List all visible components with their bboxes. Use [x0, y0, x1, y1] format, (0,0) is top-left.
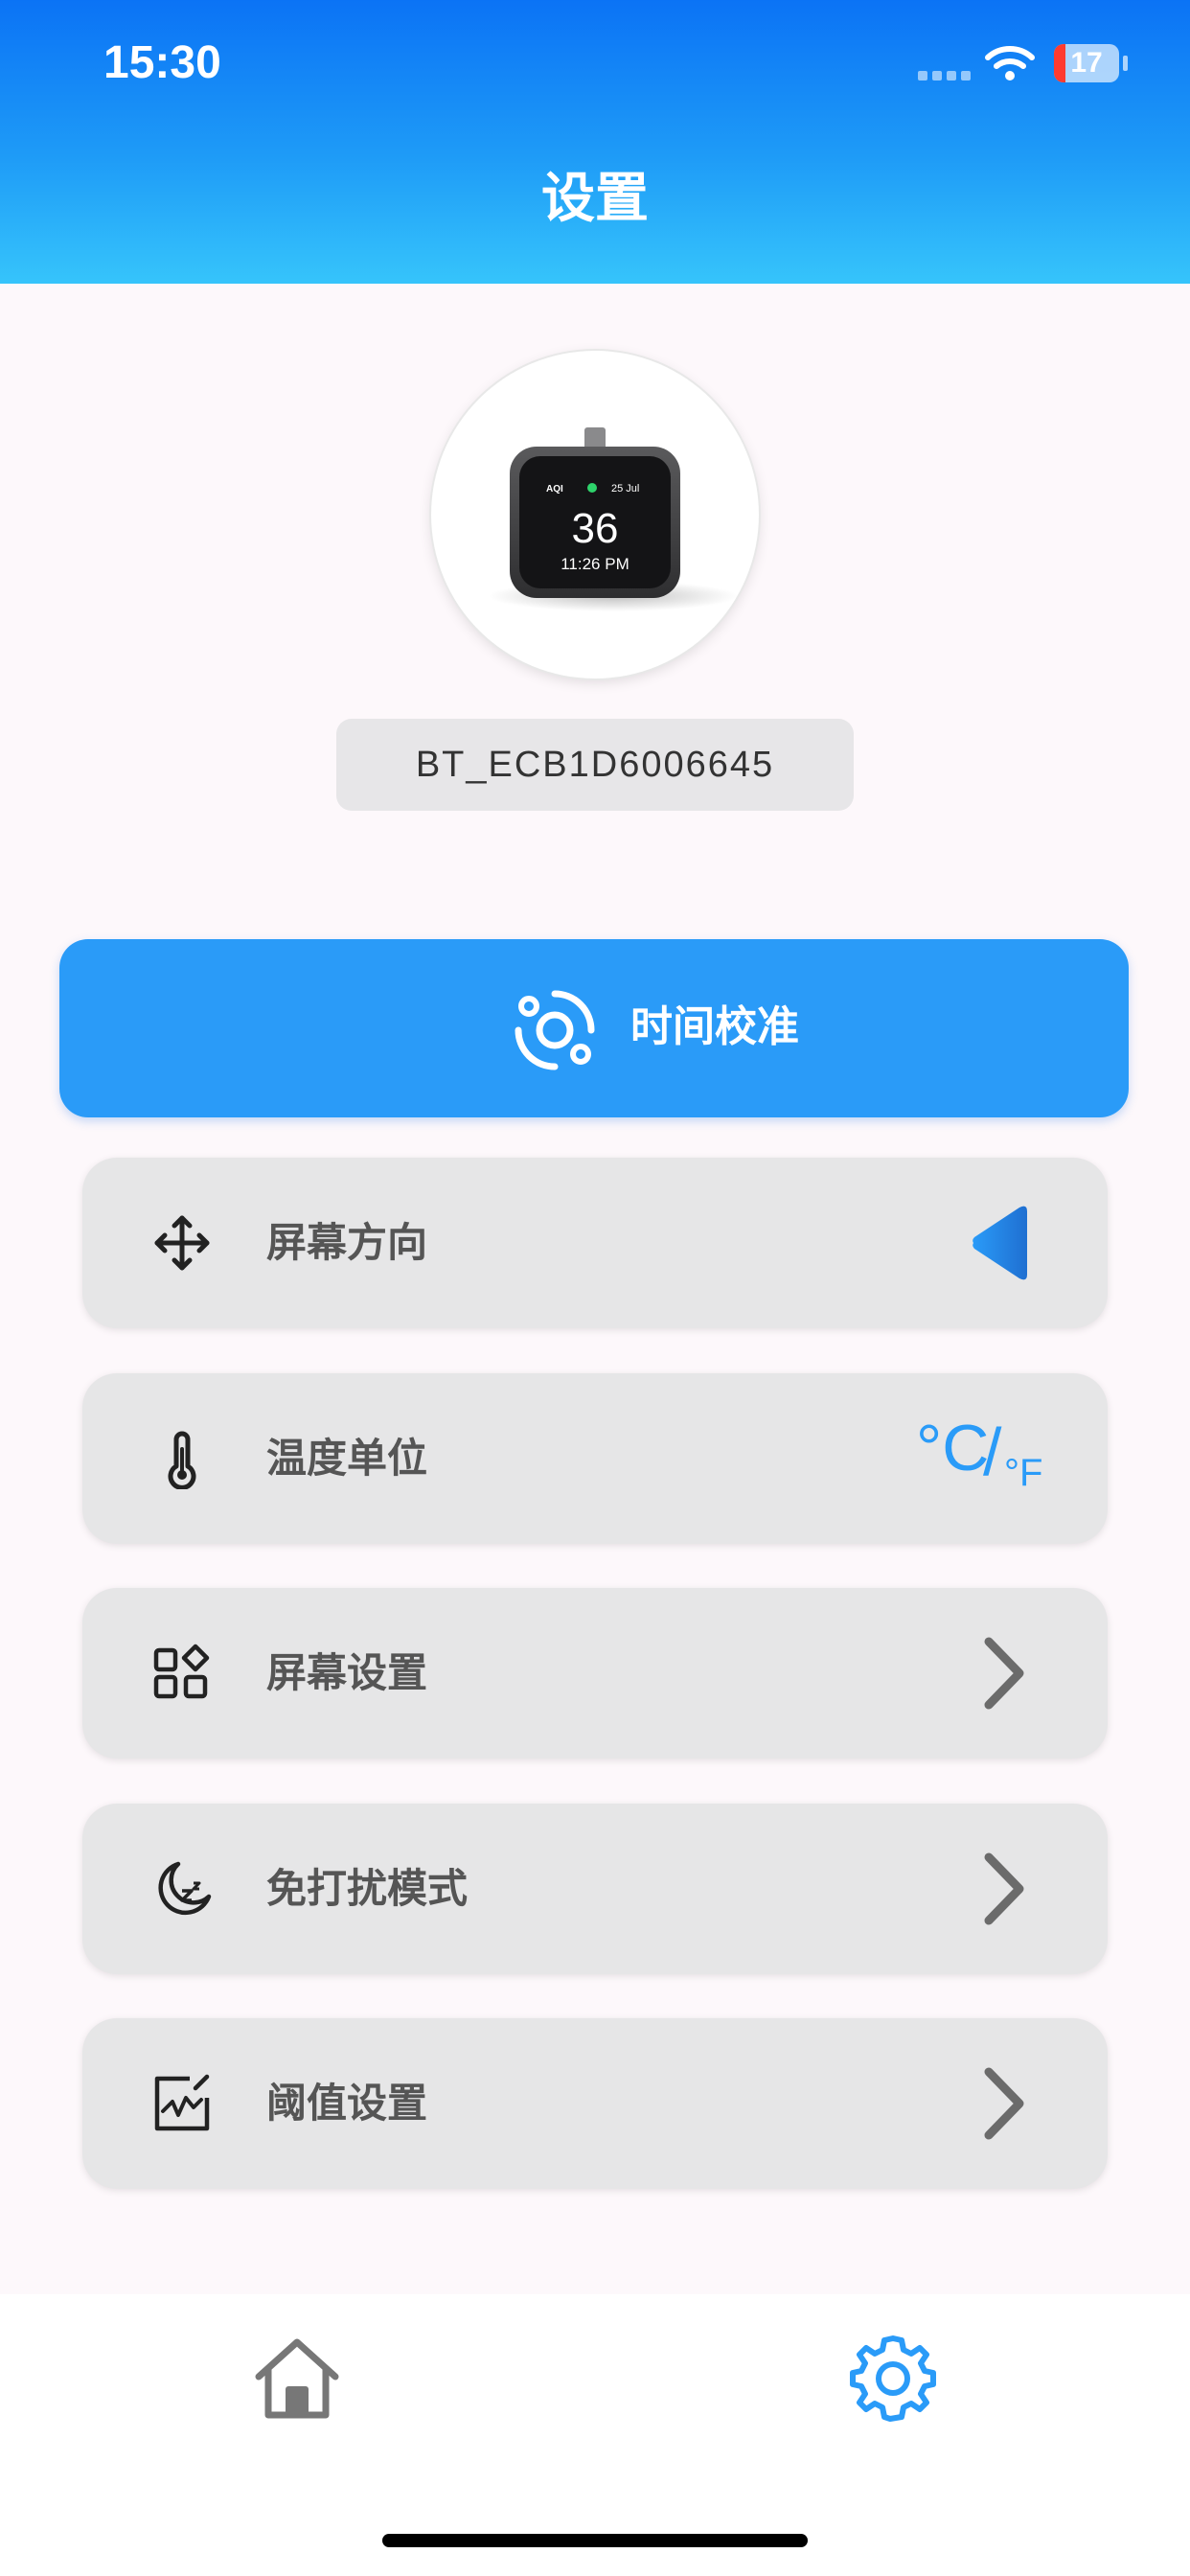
battery-percent: 17: [1070, 47, 1103, 79]
thermometer-icon: [168, 1431, 196, 1489]
wifi-icon: [985, 46, 1035, 80]
celsius-label: °C: [916, 1412, 990, 1484]
home-indicator: [382, 2534, 808, 2547]
screen-settings-label: 屏幕设置: [266, 1649, 428, 1696]
screen-settings-row[interactable]: 屏幕设置: [82, 1588, 1108, 1759]
status-led-icon: [587, 483, 597, 493]
threshold-settings-row[interactable]: 阈值设置: [82, 2018, 1108, 2189]
chevron-right-icon: [984, 1852, 1024, 1925]
device-name: BT_ECB1D6006645: [336, 719, 854, 811]
temperature-unit-toggle[interactable]: °C / °F: [916, 1410, 1050, 1506]
grid-icon: [153, 1644, 210, 1699]
preview-value: 36: [572, 505, 619, 552]
time-calibration-button[interactable]: 时间校准: [59, 939, 1129, 1117]
gear-icon[interactable]: [847, 2333, 939, 2425]
time-calibration-label: 时间校准: [630, 1002, 799, 1051]
do-not-disturb-label: 免打扰模式: [266, 1865, 469, 1912]
chevron-right-icon: [984, 1637, 1024, 1710]
screen-orientation-label: 屏幕方向: [266, 1219, 428, 1266]
unit-divider: /: [983, 1414, 1002, 1489]
battery-indicator: 17: [1054, 44, 1119, 82]
preview-time: 11:26 PM: [561, 555, 629, 573]
chevron-right-icon: [984, 2067, 1024, 2140]
preview-date: 25 Jul: [611, 483, 639, 494]
preview-aqi-label: AQI: [546, 484, 563, 494]
temperature-unit-row[interactable]: 温度单位 °C / °F: [82, 1373, 1108, 1544]
fahrenheit-label: °F: [1004, 1452, 1043, 1494]
moon-sleep-icon: [158, 1861, 212, 1916]
do-not-disturb-row[interactable]: 免打扰模式: [82, 1804, 1108, 1974]
move-arrows-icon: [154, 1215, 210, 1271]
header-bar: 15:30 17 设置: [0, 0, 1190, 284]
chart-edit-icon: [154, 2074, 210, 2131]
status-time: 15:30: [103, 37, 221, 88]
device-illustration: AQI 25 Jul 36 11:26 PM: [489, 427, 738, 611]
cellular-signal-icon: [918, 71, 972, 80]
home-icon[interactable]: [251, 2333, 343, 2425]
threshold-settings-label: 阈值设置: [266, 2080, 428, 2127]
page-title: 设置: [541, 168, 649, 230]
time-sync-icon: [515, 990, 595, 1070]
battery-cap: [1123, 56, 1128, 71]
triangle-left-icon[interactable]: [960, 1200, 1046, 1286]
device-image: AQI 25 Jul 36 11:26 PM: [431, 351, 759, 678]
temperature-unit-label: 温度单位: [266, 1435, 428, 1482]
screen-orientation-row[interactable]: 屏幕方向: [82, 1158, 1108, 1328]
